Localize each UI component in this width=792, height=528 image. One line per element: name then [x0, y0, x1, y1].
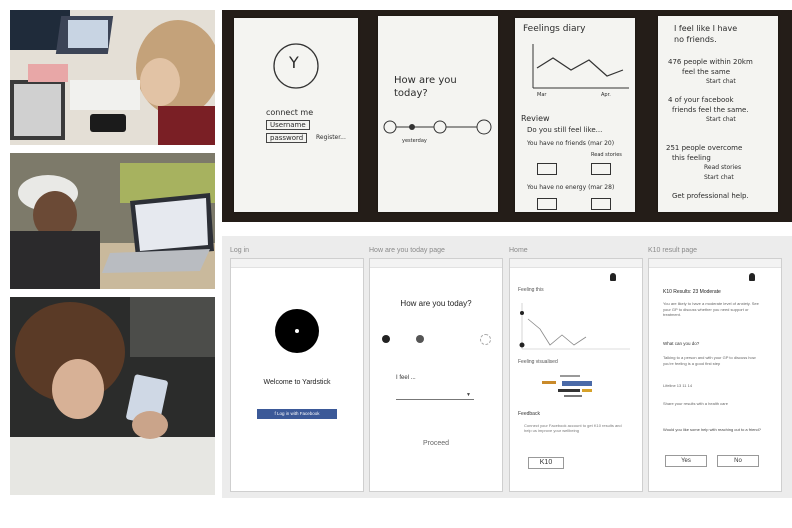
sketch-mood-question: How are you today?	[394, 75, 457, 99]
sketch-connect-text: connect me	[266, 108, 314, 117]
sketch-login-card: Y connect me Username password Register.…	[234, 18, 358, 212]
photo-user-with-phone	[10, 297, 215, 495]
profile-icon[interactable]	[749, 273, 755, 281]
sketch-axis-end: Apr.	[601, 92, 611, 98]
yes-button[interactable]: Yes	[665, 455, 707, 467]
mockup-home-screen: Feeling this Feeling visualised Feedback…	[509, 258, 643, 492]
lifeline-text[interactable]: Lifeline 13 11 14	[663, 383, 692, 388]
sketch-register-link: Register...	[316, 134, 346, 141]
sketch-friends-l4: feel the same	[682, 68, 731, 76]
mockup-label-home: Home	[509, 247, 528, 254]
sketch-cross-box-2	[591, 198, 611, 210]
mood-sad-icon[interactable]	[382, 335, 390, 343]
photo-user-at-laptop	[10, 153, 215, 289]
sketch-username-field: Username	[266, 120, 310, 130]
mockup-login-screen: Welcome to Yardstick f Log in with Faceb…	[230, 258, 364, 492]
welcome-text: Welcome to Yardstick	[263, 379, 331, 386]
sketch-mood-card: How are you today? yesterday	[378, 16, 498, 212]
share-results-text: Share your results with a health care	[663, 401, 728, 406]
sketch-still-feel: Do you still feel like...	[527, 126, 603, 134]
mood-neutral-icon[interactable]	[416, 335, 424, 343]
k10-help-text: Talking to a person and with your GP to …	[663, 355, 756, 366]
sketch-friends-l8: Start chat	[706, 116, 736, 123]
photo-team-working	[10, 10, 215, 145]
status-bar	[510, 259, 642, 268]
k10-body: You are likely to have a moderate level …	[663, 301, 759, 317]
feedback-section-heading: Feedback	[518, 411, 540, 417]
sketch-friends-card: I feel like I have no friends. 476 peopl…	[658, 16, 778, 212]
app-logo-dot	[295, 329, 299, 333]
what-can-you-do: What can you do?	[663, 341, 700, 346]
mockup-label-k10: K10 result page	[648, 247, 698, 254]
sketch-diary-title: Feelings diary	[523, 24, 586, 34]
no-button[interactable]: No	[717, 455, 759, 467]
mockup-mood-screen: How are you today? I feel ... ▼ Proceed	[369, 258, 503, 492]
mockup-k10-screen: K10 Results: 23 Moderate You are likely …	[648, 258, 782, 492]
sketch-read-stories: Read stories	[591, 152, 622, 158]
sketch-friends-l13: Get professional help.	[672, 192, 749, 200]
sketch-yesterday-label: yesterday	[402, 138, 427, 144]
sketch-friends-l12: Start chat	[704, 174, 734, 181]
reach-out-question: Would you like some help with reaching o…	[663, 427, 761, 432]
status-bar	[370, 259, 502, 268]
sketch-cross-box-1	[591, 163, 611, 175]
sketch-review-heading: Review	[521, 114, 550, 123]
sketch-friends-l3: 476 people within 20km	[668, 58, 753, 66]
photo-user-with-phone-image	[10, 297, 215, 495]
facebook-login-button[interactable]: f Log in with Facebook	[257, 409, 337, 419]
feelings-word-cloud	[542, 375, 592, 397]
profile-icon[interactable]	[610, 273, 616, 281]
photo-user-at-laptop-image	[10, 153, 215, 289]
chevron-down-icon[interactable]: ▼	[466, 392, 471, 398]
k10-title: K10 Results: 23 Moderate	[663, 289, 721, 295]
feeling-line-chart	[519, 303, 630, 350]
photo-team-working-image	[10, 10, 215, 145]
sketch-diary-chart	[532, 44, 629, 89]
wordcloud-section-heading: Feeling visualised	[518, 359, 558, 365]
sketch-password-field: password	[266, 133, 308, 143]
sketch-friends-l7: friends feel the same.	[672, 106, 749, 114]
sketch-diary-card: Feelings diary Mar Apr. Review Do you st…	[515, 18, 635, 212]
sketch-friends-l9: 251 people overcome	[666, 144, 743, 152]
proceed-button[interactable]: Proceed	[370, 440, 502, 447]
sketch-friends-l11: Read stories	[704, 164, 742, 171]
feel-field-label: I feel ...	[396, 375, 416, 381]
sketch-check-box-2	[537, 198, 557, 210]
sketch-friends-l6: 4 of your facebook	[668, 96, 734, 104]
feeling-section-heading: Feeling this	[518, 287, 544, 293]
sketch-friends-l2: no friends.	[674, 35, 717, 44]
k10-button[interactable]: K10	[528, 457, 564, 469]
status-bar	[649, 259, 781, 268]
mood-question: How are you today?	[400, 299, 472, 308]
sketch-mood-scale	[383, 119, 492, 135]
feel-field[interactable]	[396, 399, 474, 400]
mockup-label-mood: How are you today page	[369, 247, 445, 254]
sketch-logo-letter: Y	[289, 53, 299, 72]
sketch-friends-l10: this feeling	[672, 154, 711, 162]
sketch-item-2: You have no energy (mar 28)	[527, 184, 615, 191]
sketch-friends-l5: Start chat	[706, 78, 736, 85]
sketch-axis-start: Mar	[537, 92, 547, 98]
sketch-item-1: You have no friends (mar 20)	[527, 140, 615, 147]
mood-happy-icon[interactable]	[480, 334, 491, 345]
sketch-check-box-1	[537, 163, 557, 175]
sketch-friends-l1: I feel like I have	[674, 24, 738, 33]
feedback-text: Connect your Facebook account to get K10…	[524, 423, 622, 433]
status-bar	[231, 259, 363, 268]
mockup-label-login: Log in	[230, 247, 250, 254]
